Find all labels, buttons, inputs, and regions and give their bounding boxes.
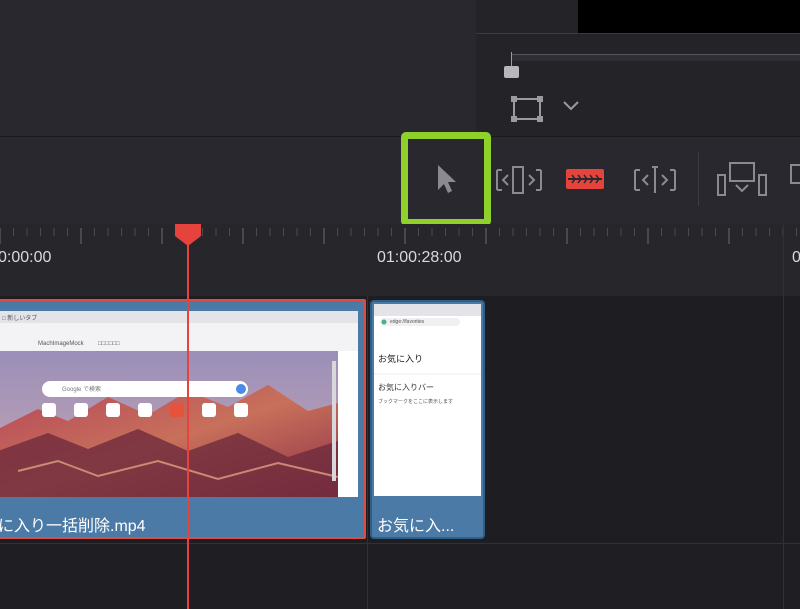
viewer-scrubber-handle[interactable] (504, 66, 519, 78)
media-pool-panel (0, 0, 476, 136)
thumb-subheading: お気に入りバー (378, 383, 434, 392)
toolbar-divider (698, 152, 699, 206)
thumb-url: edge://favorites (390, 319, 425, 325)
viewer-scrubber-track[interactable] (512, 54, 800, 61)
ruler-ticks (0, 228, 797, 244)
timecode-label: 0 (792, 249, 800, 266)
timeline-clip[interactable]: □ 新しいタブ MachImageMock □□□□□□ Google で検索 … (0, 299, 366, 539)
playhead-line[interactable] (187, 224, 189, 609)
trim-icon[interactable] (494, 163, 544, 202)
track-separator (0, 543, 800, 544)
overwrite-clip-icon[interactable] (789, 163, 800, 202)
clip-name: お気に入... (377, 518, 455, 535)
thumb-note: ブックマークをここに表示します (378, 399, 454, 405)
track-gridline (783, 224, 784, 609)
viewer-divider (476, 33, 800, 34)
playhead-handle[interactable] (175, 224, 201, 251)
chevron-down-icon[interactable] (561, 99, 581, 118)
cursor-arrow-icon[interactable] (433, 162, 459, 201)
thumb-search-placeholder: Google で検索 (62, 387, 102, 393)
thumb-bookmark: MachImageMock (38, 341, 84, 347)
thumb-heading: お気に入り (378, 354, 424, 364)
timeline-toolbar (0, 136, 800, 226)
clip-thumbnail: □ 新しいタブ MachImageMock □□□□□□ Google で検索 (0, 311, 358, 497)
timecode-label: 01:00:28:00 (377, 249, 462, 266)
thumb-tab-title: □ 新しいタブ (2, 316, 38, 322)
insert-clip-icon[interactable] (716, 161, 768, 204)
clip-thumbnail: edge://favorites お気に入り お気に入りバー ブックマークをここ… (374, 304, 481, 496)
blade-icon[interactable] (564, 165, 606, 198)
transform-square-icon[interactable] (511, 96, 543, 127)
track-gridline (367, 296, 368, 609)
timecode-label: 0:00:00 (0, 249, 52, 266)
timeline-clip[interactable]: edge://favorites お気に入り お気に入りバー ブックマークをここ… (370, 300, 485, 539)
thumb-bookmark: □□□□□□ (98, 341, 120, 347)
viewer-frame (578, 0, 800, 33)
clip-name: に入り一括削除.mp4 (0, 518, 146, 535)
dynamic-trim-icon[interactable] (632, 163, 678, 202)
